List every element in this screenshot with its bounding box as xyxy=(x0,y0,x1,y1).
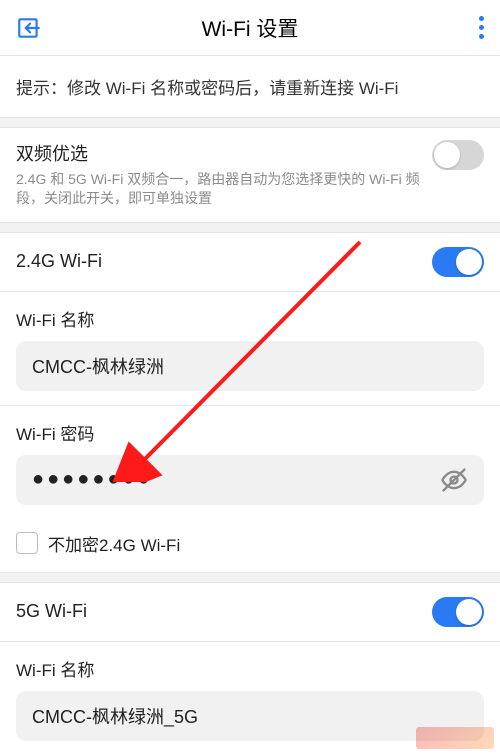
band24-password-input[interactable]: ●●●●●●●● xyxy=(16,455,484,505)
band24-toggle-row: 2.4G Wi-Fi xyxy=(0,233,500,292)
band5-toggle-row: 5G Wi-Fi xyxy=(0,583,500,642)
dual-band-toggle[interactable] xyxy=(432,140,484,170)
band24-password-label: Wi-Fi 密码 xyxy=(16,420,484,445)
app-header: Wi-Fi 设置 xyxy=(0,0,500,56)
dual-band-subtitle: 2.4G 和 5G Wi-Fi 双频合一，路由器自动为您选择更快的 Wi-Fi … xyxy=(16,170,422,208)
band5-name-input[interactable]: CMCC-枫林绿洲_5G xyxy=(16,691,484,741)
band24-name-value: CMCC-枫林绿洲 xyxy=(32,353,468,379)
no-encrypt-label: 不加密2.4G Wi-Fi xyxy=(48,531,180,556)
checkbox-icon[interactable] xyxy=(16,532,38,554)
band24-password-group: Wi-Fi 密码 ●●●●●●●● xyxy=(0,406,500,519)
back-icon[interactable] xyxy=(16,15,42,41)
eye-off-icon[interactable] xyxy=(440,466,468,494)
tip-text: 提示：修改 Wi-Fi 名称或密码后，请重新连接 Wi-Fi xyxy=(0,56,500,118)
section-divider xyxy=(0,223,500,233)
section-divider xyxy=(0,573,500,583)
band5-toggle[interactable] xyxy=(432,597,484,627)
band24-toggle-label: 2.4G Wi-Fi xyxy=(16,251,102,272)
more-menu-icon[interactable] xyxy=(479,16,484,39)
band24-password-value: ●●●●●●●● xyxy=(32,468,440,491)
band24-name-group: Wi-Fi 名称 CMCC-枫林绿洲 xyxy=(0,292,500,406)
band5-name-value: CMCC-枫林绿洲_5G xyxy=(32,703,468,729)
dual-band-title: 双频优选 xyxy=(16,140,422,166)
band5-toggle-label: 5G Wi-Fi xyxy=(16,601,87,622)
band5-name-label: Wi-Fi 名称 xyxy=(16,656,484,681)
watermark-icon xyxy=(416,727,494,749)
dual-band-row: 双频优选 2.4G 和 5G Wi-Fi 双频合一，路由器自动为您选择更快的 W… xyxy=(0,128,500,223)
band24-name-input[interactable]: CMCC-枫林绿洲 xyxy=(16,341,484,391)
section-divider xyxy=(0,118,500,128)
band24-name-label: Wi-Fi 名称 xyxy=(16,306,484,331)
no-encrypt-row[interactable]: 不加密2.4G Wi-Fi xyxy=(0,519,500,573)
band24-toggle[interactable] xyxy=(432,247,484,277)
page-title: Wi-Fi 设置 xyxy=(0,13,500,43)
